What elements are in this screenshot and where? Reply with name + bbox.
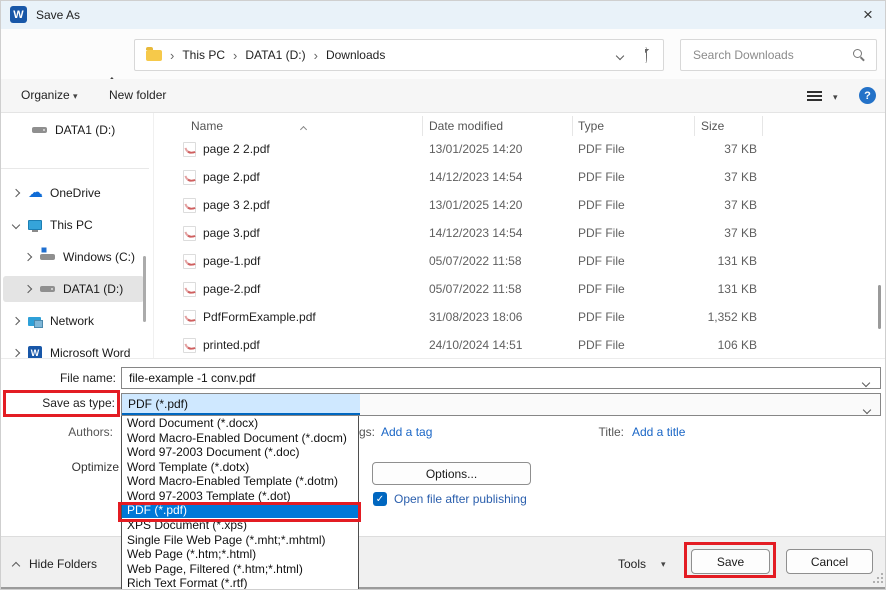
pdf-file-icon (183, 226, 196, 241)
highlight-save-as-type-label (3, 390, 120, 417)
sort-ascending-icon[interactable] (301, 121, 306, 135)
column-separator (762, 116, 763, 136)
highlight-save-button (684, 542, 776, 578)
address-bar[interactable]: › This PC › DATA1 (D:) › Downloads (134, 39, 664, 71)
view-caret-icon[interactable]: ▾ (833, 92, 838, 103)
open-after-publish-checkbox[interactable]: ✓ (373, 492, 387, 506)
column-separator (572, 116, 573, 136)
tools-button[interactable]: Tools (618, 557, 646, 571)
add-tag-link[interactable]: Add a tag (381, 425, 432, 439)
pdf-file-icon (183, 282, 196, 297)
dropdown-item[interactable]: Word Macro-Enabled Document (*.docm) (122, 431, 358, 446)
pdf-file-icon (183, 198, 196, 213)
save-as-dialog: W Save As × ← → ↑ › This PC › DATA1 (D:)… (0, 0, 886, 590)
dropdown-item[interactable]: Word 97-2003 Document (*.doc) (122, 445, 358, 460)
dropdown-item[interactable]: Web Page (*.htm;*.html) (122, 547, 358, 562)
organize-button[interactable]: Organize ▾ (21, 88, 78, 102)
table-row[interactable]: page-1.pdf 05/07/2022 11:58 PDF File 131… (1, 247, 886, 275)
dropdown-item[interactable]: Single File Web Page (*.mht;*.mhtml) (122, 533, 358, 548)
table-row[interactable]: page 2 2.pdf 13/01/2025 14:20 PDF File 3… (1, 135, 886, 163)
optimize-label: Optimize (41, 460, 119, 474)
tools-caret-icon[interactable]: ▾ (661, 559, 666, 570)
help-icon[interactable]: ? (859, 87, 876, 104)
open-after-publish-label: Open file after publishing (394, 492, 527, 506)
close-icon[interactable]: × (855, 3, 881, 27)
new-folder-button[interactable]: New folder (109, 88, 166, 102)
address-dropdown-icon[interactable] (617, 48, 623, 62)
hide-folders-button[interactable]: Hide Folders (13, 557, 97, 571)
view-menu-icon[interactable] (807, 91, 822, 101)
save-as-type-select[interactable]: PDF (*.pdf) (121, 393, 881, 416)
file-list-scrollbar[interactable] (878, 285, 881, 329)
options-button[interactable]: Options... (372, 462, 531, 485)
pdf-file-icon (183, 254, 196, 269)
file-name-label: File name: (56, 371, 116, 385)
chevron-up-icon (12, 561, 20, 569)
highlight-pdf-option (118, 502, 361, 522)
breadcrumb-chevron-icon: › (314, 48, 318, 63)
breadcrumb-downloads[interactable]: Downloads (326, 48, 385, 62)
save-as-type-value: PDF (*.pdf) (122, 394, 360, 415)
pdf-file-icon (183, 338, 196, 353)
authors-label: Authors: (41, 425, 113, 439)
refresh-icon[interactable] (645, 48, 647, 62)
window-title: Save As (36, 8, 80, 22)
organize-caret-icon: ▾ (73, 91, 78, 102)
command-toolbar: Organize ▾ New folder ▾ ? (1, 79, 886, 113)
search-box (680, 39, 877, 71)
dropdown-item[interactable]: Word Macro-Enabled Template (*.dotm) (122, 474, 358, 489)
table-row[interactable]: page-2.pdf 05/07/2022 11:58 PDF File 131… (1, 275, 886, 303)
breadcrumb-drive[interactable]: DATA1 (D:) (245, 48, 305, 62)
navigation-bar: ← → ↑ › This PC › DATA1 (D:) › Downloads (1, 29, 886, 79)
dropdown-item[interactable]: Web Page, Filtered (*.htm;*.html) (122, 562, 358, 577)
title-label: Title: (566, 425, 624, 439)
table-row[interactable]: page 3.pdf 14/12/2023 14:54 PDF File 37 … (1, 219, 886, 247)
pdf-file-icon (183, 170, 196, 185)
breadcrumb-chevron-icon: › (233, 48, 237, 63)
dropdown-item[interactable]: Word Template (*.dotx) (122, 460, 358, 475)
table-row[interactable]: PdfFormExample.pdf 31/08/2023 18:06 PDF … (1, 303, 886, 331)
pdf-file-icon (183, 310, 196, 325)
word-logo-icon: W (10, 6, 27, 23)
folder-icon (146, 50, 162, 61)
column-separator (422, 116, 423, 136)
drive-icon (32, 127, 47, 133)
breadcrumb-this-pc[interactable]: This PC (182, 48, 225, 62)
search-input[interactable] (681, 40, 876, 70)
main-area: DATA1 (D:) ☁ OneDrive This PC Windows (C… (1, 113, 886, 359)
breadcrumb-chevron-icon: › (170, 48, 174, 63)
resize-grip[interactable] (871, 571, 883, 583)
add-title-link[interactable]: Add a title (632, 425, 685, 439)
search-icon (853, 49, 862, 58)
dropdown-item[interactable]: Word Document (*.docx) (122, 416, 358, 431)
table-row[interactable]: page 2.pdf 14/12/2023 14:54 PDF File 37 … (1, 163, 886, 191)
file-name-input[interactable] (121, 367, 881, 389)
table-row[interactable]: printed.pdf 24/10/2024 14:51 PDF File 10… (1, 331, 886, 359)
pdf-file-icon (183, 142, 196, 157)
column-separator (694, 116, 695, 136)
chevron-down-icon[interactable] (863, 375, 869, 389)
table-row[interactable]: page 3 2.pdf 13/01/2025 14:20 PDF File 3… (1, 191, 886, 219)
dropdown-item[interactable]: Rich Text Format (*.rtf) (122, 576, 358, 590)
chevron-down-icon[interactable] (864, 402, 870, 416)
cancel-button[interactable]: Cancel (786, 549, 873, 574)
title-bar: W Save As × (1, 1, 886, 29)
